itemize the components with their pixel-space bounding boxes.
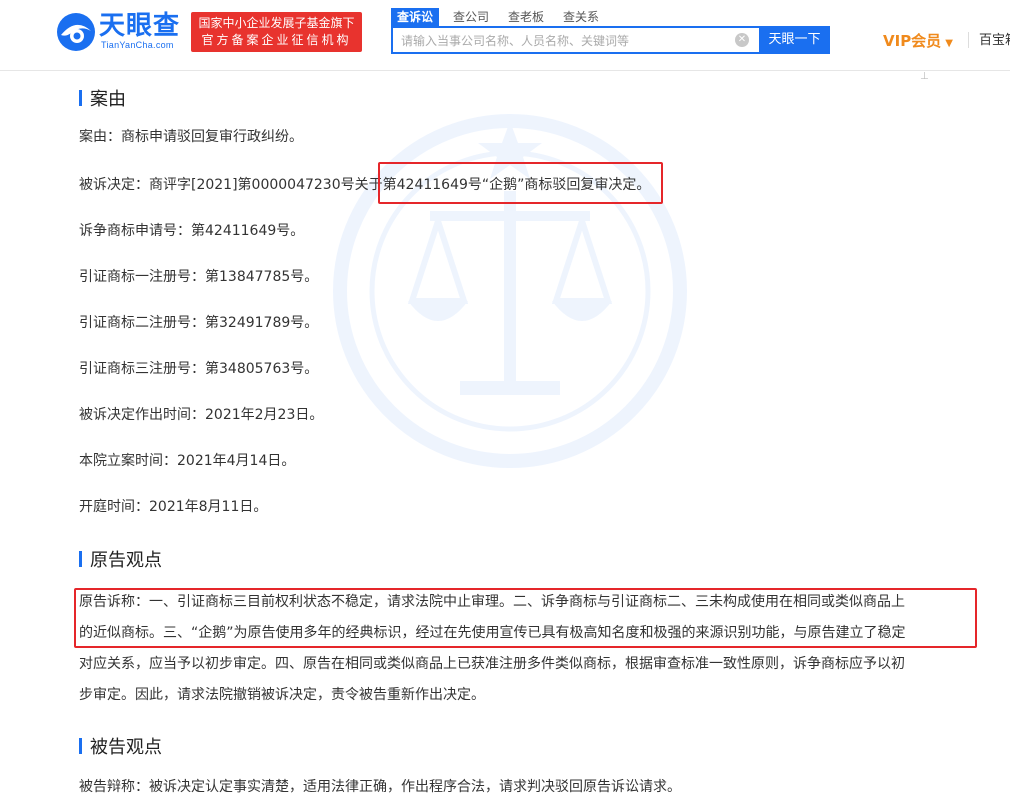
section-bar xyxy=(79,90,82,106)
baibao-link[interactable]: 百宝箱 xyxy=(979,32,1010,50)
case-line: 被诉决定作出时间：2021年2月23日。 xyxy=(79,407,324,423)
case-line: 诉争商标申请号：第42411649号。 xyxy=(79,223,305,239)
section-title-text: 原告观点 xyxy=(90,550,162,571)
search-input[interactable] xyxy=(399,30,733,52)
section-bar xyxy=(79,738,82,754)
case-line: 引证商标一注册号：第13847785号。 xyxy=(79,269,319,285)
brand-domain: TianYanCha.com xyxy=(101,40,174,50)
eye-logo-icon xyxy=(57,13,95,51)
court-emblem-watermark xyxy=(333,114,687,468)
judgment-content: ⊥ 案由 案由：商标申请驳回复审行政纠纷。 被诉决定：商评字[2021]第000… xyxy=(0,71,1010,810)
clear-icon[interactable]: ✕ xyxy=(735,33,749,47)
badge-line-1: 国家中小企业发展子基金旗下 xyxy=(198,16,355,30)
tab-search-boss[interactable]: 查老板 xyxy=(502,8,550,26)
tab-search-company[interactable]: 查公司 xyxy=(447,8,495,26)
section-title-text: 案由 xyxy=(90,89,126,110)
highlight-box-decision xyxy=(378,162,663,204)
case-line: 本院立案时间：2021年4月14日。 xyxy=(79,453,296,469)
section-title-plaintiff: 原告观点 xyxy=(79,549,162,573)
brand-name: 天眼查 xyxy=(99,11,181,41)
vip-label: VIP会员 xyxy=(883,32,942,50)
highlight-box-plaintiff xyxy=(74,588,977,648)
scroll-mark: ⊥ xyxy=(920,71,929,82)
case-line: 开庭时间：2021年8月11日。 xyxy=(79,499,268,515)
header-divider xyxy=(968,32,969,48)
case-line: 引证商标二注册号：第32491789号。 xyxy=(79,315,319,331)
caret-down-icon: ▼ xyxy=(945,38,953,49)
official-badge: 国家中小企业发展子基金旗下 官方备案企业征信机构 xyxy=(191,12,362,52)
section-title-case: 案由 xyxy=(79,88,126,112)
case-line: 案由：商标申请驳回复审行政纠纷。 xyxy=(79,129,303,145)
plaintiff-line: 对应关系，应当予以初步审定。四、原告在相同或类似商品上已获准注册多件类似商标，根… xyxy=(79,656,905,672)
section-title-text: 被告观点 xyxy=(90,737,162,758)
section-bar xyxy=(79,551,82,567)
section-title-defendant: 被告观点 xyxy=(79,736,162,760)
search-button[interactable]: 天眼一下 xyxy=(759,26,830,54)
search-box: ✕ xyxy=(391,26,759,54)
tianyancha-logo[interactable]: 天眼查 TianYanCha.com xyxy=(55,11,183,53)
top-header: 天眼查 TianYanCha.com 国家中小企业发展子基金旗下 官方备案企业征… xyxy=(0,0,1010,71)
badge-line-2: 官方备案企业征信机构 xyxy=(201,33,352,47)
vip-member-menu[interactable]: VIP会员 ▼ xyxy=(883,31,953,54)
tab-search-relation[interactable]: 查关系 xyxy=(557,8,605,26)
case-line: 引证商标三注册号：第34805763号。 xyxy=(79,361,319,377)
tab-search-lawsuit[interactable]: 查诉讼 xyxy=(391,8,440,26)
defendant-line: 被告辩称：被诉决定认定事实清楚，适用法律正确，作出程序合法，请求判决驳回原告诉讼… xyxy=(79,779,681,795)
plaintiff-line: 步审定。因此，请求法院撤销被诉决定，责令被告重新作出决定。 xyxy=(79,687,485,703)
